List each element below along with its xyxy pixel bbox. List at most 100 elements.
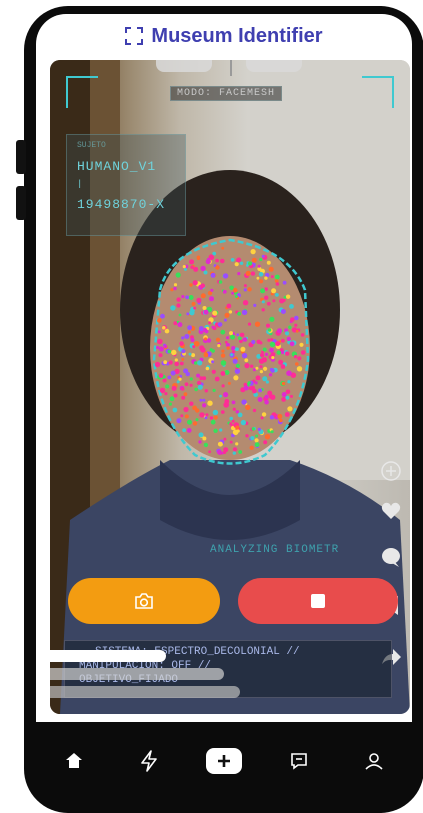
mesh-dot [270,430,274,434]
mesh-dot [183,406,189,413]
mesh-dot [289,341,295,347]
mesh-dot [205,366,210,371]
mesh-dot [250,436,255,441]
mesh-dot [239,261,244,265]
mesh-dot [229,440,233,444]
mesh-dot [168,402,172,406]
plus-circle-icon[interactable] [380,460,402,482]
mesh-dot [235,425,240,430]
stop-button[interactable] [238,578,398,624]
mesh-dot [163,344,168,349]
mesh-dot [285,294,291,299]
mesh-dot [158,353,163,358]
mesh-dot [198,432,204,438]
nav-messages[interactable] [281,743,317,779]
mesh-dot [237,272,241,276]
mesh-dot [203,270,208,275]
mesh-dot [256,276,260,280]
mesh-dot [270,338,274,341]
side-button-volume-up [16,140,26,174]
heart-icon[interactable] [380,500,402,522]
mesh-dot [264,399,269,405]
mesh-dot [233,375,239,381]
mesh-dot [245,404,251,411]
mesh-dot [173,283,178,287]
mesh-dot [282,280,287,285]
mesh-dot [240,346,246,352]
mesh-dot [179,341,184,346]
mesh-dot [264,276,268,280]
subject-separator: | [77,179,83,189]
mesh-dot [271,356,275,360]
create-button [205,748,242,774]
mesh-dot [229,331,233,336]
scan-frame-icon [125,27,144,45]
mesh-dot [198,440,202,444]
mesh-dot [232,451,236,455]
mesh-dot [255,375,261,381]
mesh-dot [185,295,190,300]
mesh-dot [228,310,233,314]
mesh-dot [245,434,249,438]
mesh-dot [171,385,177,391]
mesh-dot [182,428,187,433]
mesh-dot [267,328,272,332]
mesh-dot [259,353,265,358]
mesh-dot [184,414,189,419]
mesh-dot [213,415,218,420]
mesh-dot [255,434,259,438]
mesh-dot [181,295,185,299]
mesh-dot [285,395,290,400]
mesh-dot [232,287,238,293]
mesh-dot [190,337,195,343]
mesh-dot [223,447,229,453]
mesh-dot [215,265,220,270]
mesh-dot [264,434,271,440]
capture-button[interactable] [68,578,220,624]
mesh-dot [217,449,222,455]
mesh-dot [184,382,189,387]
camera-view: MODO: FACEMESH SUJETO HUMANO_V1 | 194988… [50,60,410,714]
mesh-dot [236,333,240,337]
mesh-dot [170,370,176,376]
mesh-dot [158,373,164,378]
mesh-dot [241,399,247,405]
mesh-dot [280,350,285,355]
mesh-dot [202,376,207,381]
mesh-dot [250,249,256,255]
mesh-dot [186,312,190,316]
mesh-dot [263,440,268,445]
mesh-dot [287,380,291,384]
mesh-dot [194,361,198,365]
mesh-dot [279,298,285,304]
mesh-dot [187,419,192,425]
mesh-dot [286,370,292,377]
mesh-dot [243,288,247,292]
message-icon [291,753,307,770]
mesh-dot [179,361,184,366]
mesh-dot [237,412,243,418]
mesh-dot [234,262,239,267]
mesh-dot [261,308,265,312]
mesh-dot [204,389,208,393]
mesh-dot [204,416,208,420]
mesh-dot [238,336,242,341]
nav-flash[interactable] [131,743,167,779]
nav-profile[interactable] [356,743,392,779]
mesh-dot [230,258,235,262]
mesh-dot [174,358,178,362]
mesh-dot [220,258,225,264]
nav-home[interactable] [56,743,92,779]
mesh-dot [157,338,163,345]
mesh-dot [211,325,215,329]
mesh-dot [289,304,294,309]
mesh-dot [231,291,235,295]
mesh-dot [237,311,242,316]
mesh-dot [223,392,229,398]
mesh-dot [299,342,304,347]
mesh-dot [159,387,166,394]
mesh-dot [259,257,263,262]
mesh-dot [167,349,172,354]
comment-icon[interactable] [380,546,402,568]
nav-create[interactable] [205,743,242,779]
